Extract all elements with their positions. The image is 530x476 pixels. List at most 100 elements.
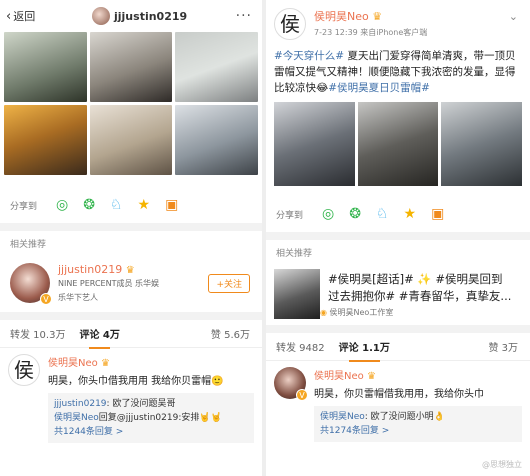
save-image-icon[interactable]: ▣ — [431, 206, 444, 222]
verified-icon: ◉ — [320, 307, 327, 317]
reply-author[interactable]: jjjustin0219 — [54, 399, 107, 409]
crown-icon: ♛ — [366, 371, 376, 382]
comment-item: V 侯明昊Neo ♛ 明昊，你贝雷帽借我用用，我给你头巾 侯明昊Neo: 欧了没… — [266, 361, 530, 448]
photo[interactable] — [4, 105, 87, 175]
photo[interactable] — [441, 102, 522, 186]
rec-account-desc: NINE PERCENT成员 乐华娱 — [58, 279, 160, 288]
follow-button[interactable]: +关注 — [208, 274, 250, 293]
reply-item: jjjustin0219: 欧了没问题吴哥 — [54, 397, 248, 411]
tab-repost[interactable]: 转发 9482 — [276, 339, 325, 354]
reply-item: 侯明昊Neo回复@jjjustin0219:安排🤘🤘 — [54, 411, 248, 425]
wechat-icon[interactable]: ◎ — [56, 197, 68, 213]
tab-like[interactable]: 赞 3万 — [488, 339, 518, 354]
related-source: ◉ 侯明昊Neo工作室 — [320, 307, 511, 318]
comment-tabs: 转发 10.3万 评论 4万 赞 5.6万 — [0, 320, 262, 349]
share-label: 分享到 — [10, 201, 38, 212]
qq-icon[interactable]: ♘ — [376, 206, 389, 222]
moments-icon[interactable]: ❂ — [349, 206, 361, 222]
comment-author-text: 侯明昊Neo — [314, 371, 364, 382]
comment-author-text: 侯明昊Neo — [48, 358, 98, 369]
avatar[interactable]: 侯 — [8, 354, 40, 386]
comment-item: 侯 侯明昊Neo ♛ 明昊，你头巾借我用用 我给你贝雷帽🙂 jjjustin02… — [0, 348, 262, 449]
photo[interactable] — [4, 32, 87, 102]
comment-tabs: 转发 9482 评论 1.1万 赞 3万 — [266, 333, 530, 362]
more-icon[interactable]: ··· — [236, 8, 252, 24]
top-bar: ‹ 返回 jjjustin0219 ··· — [0, 0, 262, 32]
tab-comment[interactable]: 评论 1.1万 — [339, 339, 390, 362]
qzone-star-icon[interactable]: ★ — [138, 197, 151, 213]
avatar[interactable]: 侯 — [274, 8, 306, 40]
reply-text: 回复@jjjustin0219:安排🤘🤘 — [98, 413, 222, 423]
photo[interactable] — [357, 102, 439, 186]
save-image-icon[interactable]: ▣ — [165, 197, 178, 213]
avatar-char: 侯 — [280, 12, 300, 36]
related-text-line: 过去拥抱你# #青春留华，真挚友... — [328, 288, 512, 303]
recommended-account[interactable]: V jjjustin0219 ♛ NINE PERCENT成员 乐华娱 乐华下艺… — [0, 254, 262, 312]
crown-icon: ♛ — [125, 265, 135, 276]
reply-box: jjjustin0219: 欧了没问题吴哥 侯明昊Neo回复@jjjustin0… — [48, 393, 254, 443]
header-user[interactable]: jjjustin0219 — [92, 7, 187, 25]
reply-text: : 欧了没问题小明👌 — [364, 412, 445, 422]
post-header: 侯 侯明昊Neo ♛ 7-23 12:39 来自iPhone客户端 ⌄ — [266, 0, 530, 44]
share-label: 分享到 — [276, 210, 304, 221]
comment-author[interactable]: 侯明昊Neo ♛ — [48, 354, 254, 369]
share-bar: 分享到 ◎ ❂ ♘ ★ ▣ — [0, 187, 262, 223]
photo[interactable] — [89, 32, 173, 102]
moments-icon[interactable]: ❂ — [83, 197, 95, 213]
related-post[interactable]: #侯明昊[超话]# ✨ #侯明昊回到 过去拥抱你# #青春留华，真挚友... ◉… — [266, 263, 530, 325]
crown-icon: ♛ — [372, 10, 383, 23]
back-button[interactable]: ‹ 返回 — [6, 8, 35, 24]
divider — [0, 223, 262, 231]
avatar — [92, 7, 110, 25]
divider — [266, 232, 530, 240]
photo-grid — [266, 100, 530, 188]
avatar[interactable]: V — [10, 263, 52, 305]
reply-author[interactable]: 侯明昊Neo — [54, 413, 99, 423]
divider — [0, 312, 262, 320]
emoji: 😂 — [316, 82, 329, 94]
rec-account-sub: 乐华下艺人 — [58, 293, 98, 302]
post-body: #今天穿什么# 夏天出门爱穿得简单清爽，带一顶贝雷帽又提气又精神！顺便隐藏下我浓… — [266, 44, 530, 100]
photo[interactable] — [175, 105, 258, 175]
verified-icon: V — [40, 293, 52, 305]
avatar-char: 侯 — [14, 358, 34, 382]
post-author-text: 侯明昊Neo — [314, 10, 369, 23]
avatar[interactable]: V — [274, 367, 308, 401]
photo-grid — [0, 32, 262, 175]
rec-name-text: jjjustin0219 — [58, 263, 123, 276]
related-title: 相关推荐 — [276, 249, 313, 259]
related-text-line: #侯明昊[超话]# ✨ #侯明昊回到 — [328, 271, 503, 286]
reply-text: : 欧了没问题吴哥 — [106, 399, 176, 409]
back-label: 返回 — [13, 10, 36, 23]
post-author[interactable]: 侯明昊Neo ♛ — [314, 8, 427, 24]
reply-item: 侯明昊Neo: 欧了没问题小明👌 — [320, 410, 516, 424]
photo[interactable] — [89, 105, 173, 175]
comment-author[interactable]: 侯明昊Neo ♛ — [314, 367, 522, 382]
tab-repost[interactable]: 转发 10.3万 — [10, 326, 65, 341]
reply-author[interactable]: 侯明昊Neo — [320, 412, 365, 422]
comment-text: 明昊，你头巾借我用用 我给你贝雷帽🙂 — [48, 376, 224, 387]
chevron-down-icon[interactable]: ⌄ — [509, 10, 518, 23]
rec-account-name[interactable]: jjjustin0219 ♛ — [58, 263, 159, 276]
tab-comment[interactable]: 评论 4万 — [79, 326, 120, 349]
photo[interactable] — [274, 102, 355, 186]
reply-box: 侯明昊Neo: 欧了没问题小明👌 共1274条回复 > — [314, 406, 522, 442]
qzone-star-icon[interactable]: ★ — [404, 206, 417, 222]
related-thumbnail[interactable] — [274, 269, 320, 319]
hashtag[interactable]: #今天穿什么# — [274, 50, 344, 62]
crown-icon: ♛ — [100, 358, 110, 369]
wechat-icon[interactable]: ◎ — [322, 206, 334, 222]
chevron-left-icon: ‹ — [6, 8, 12, 24]
right-screenshot: 侯 侯明昊Neo ♛ 7-23 12:39 来自iPhone客户端 ⌄ #今天穿… — [262, 0, 530, 476]
more-replies-link[interactable]: 共1274条回复 > — [320, 424, 516, 438]
watermark: @思想独立 — [482, 460, 522, 469]
divider — [266, 325, 530, 333]
hashtag[interactable]: #侯明昊夏日贝雷帽# — [328, 82, 430, 94]
tab-like[interactable]: 赞 5.6万 — [211, 326, 250, 341]
left-screenshot: ‹ 返回 jjjustin0219 ··· 分享到 ◎ ❂ ♘ ★ ▣ 相关推荐… — [0, 0, 262, 476]
more-replies-link[interactable]: 共1244条回复 > — [54, 425, 248, 439]
qq-icon[interactable]: ♘ — [110, 197, 123, 213]
photo[interactable] — [175, 32, 258, 102]
verified-icon: V — [296, 389, 308, 401]
related-title: 相关推荐 — [10, 240, 47, 250]
